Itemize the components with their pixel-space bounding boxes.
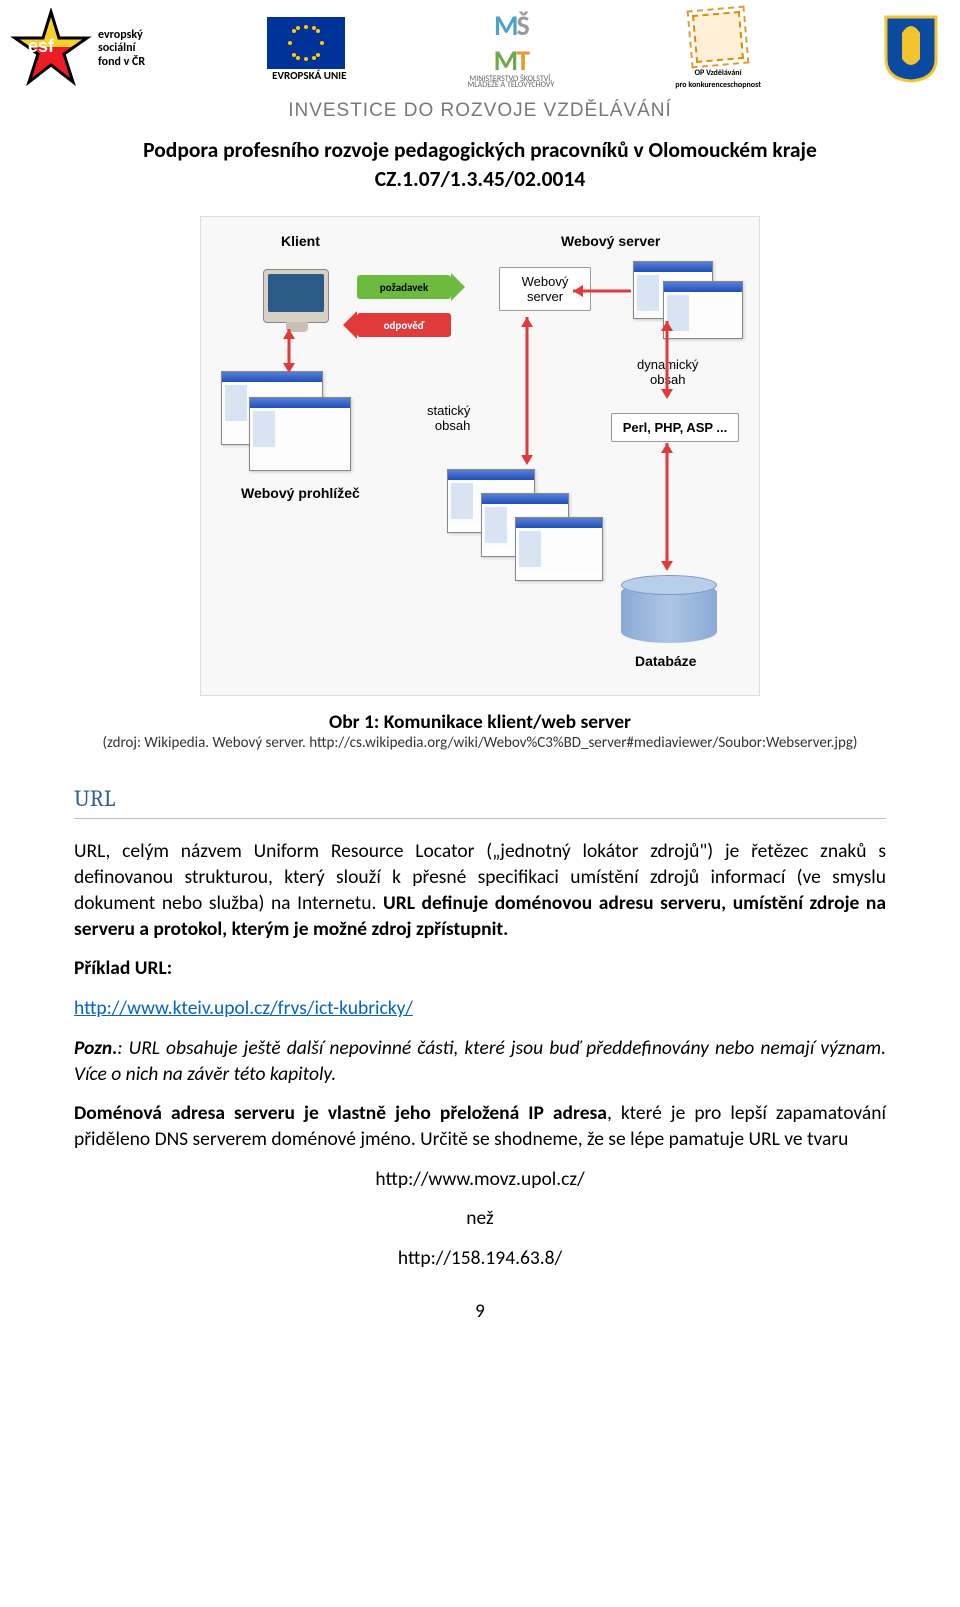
arrow-down-icon (661, 443, 673, 573)
monitor-icon (263, 269, 329, 323)
arrow-odpoved: odpověď (357, 313, 451, 337)
eu-logo: EVROPSKÁ UNIE (266, 17, 346, 82)
caption-source: (zdroj: Wikipedia. Webový server. http:/… (0, 734, 960, 752)
browser-window-icon (249, 397, 351, 471)
opvk-line2: pro konkurenceschopnost (675, 80, 761, 90)
note-body: : URL obsahuje ještě další nepovinné čás… (74, 1036, 886, 1086)
database-icon (621, 581, 717, 643)
p5-a: Doménová adresa serveru je vlastně jeho … (74, 1101, 607, 1125)
document-page: esf evropský sociální fond v ČR (0, 0, 960, 1353)
centered-url2: http://158.194.63.8/ (74, 1246, 886, 1272)
eu-stars-icon (267, 17, 345, 69)
figure-caption: Obr 1: Komunikace klient/web server (zdr… (0, 710, 960, 752)
label-webovy-prohlizec: Webový prohlížeč (241, 485, 360, 501)
eu-flag-icon (267, 17, 345, 69)
caption-text: Komunikace klient/web server (384, 710, 631, 734)
paragraph-example-label: Příklad URL: (74, 956, 886, 982)
header-logo-row: esf evropský sociální fond v ČR (0, 0, 960, 94)
box-perl-php-asp: Perl, PHP, ASP ... (611, 413, 739, 442)
svg-text:esf: esf (28, 36, 55, 56)
caption-prefix: Obr 1: (329, 710, 384, 734)
caption-line1: Obr 1: Komunikace klient/web server (0, 710, 960, 734)
msmt-logo: MŠMT MINISTERSTVO ŠKOLSTVÍ, MLÁDEŽE A TĚ… (467, 8, 554, 90)
arrow-pozadavek-label: požadavek (380, 281, 428, 294)
eu-label: EVROPSKÁ UNIE (272, 69, 346, 82)
paragraph-domain-address: Doménová adresa serveru je vlastně jeho … (74, 1101, 886, 1152)
heading-url: URL (74, 784, 886, 814)
label-databaze: Databáze (635, 653, 696, 669)
paragraph-note: Pozn.: URL obsahuje ještě další nepovinn… (74, 1036, 886, 1087)
msmt-line2: MLÁDEŽE A TĚLOVÝCHOVY (467, 80, 554, 90)
server-window-icon (663, 281, 743, 339)
page-number: 9 (0, 1300, 960, 1323)
project-title: Podpora profesního rozvoje pedagogických… (70, 136, 890, 194)
divider (74, 818, 886, 819)
esf-logo: esf evropský sociální fond v ČR (10, 8, 145, 90)
msmt-letters-icon: MŠMT (494, 8, 528, 78)
diagram-label-klient: Klient (281, 233, 320, 249)
centered-url1: http://www.movz.upol.cz/ (74, 1167, 886, 1193)
example-url-link[interactable]: http://www.kteiv.upol.cz/frvs/ict-kubric… (74, 996, 413, 1020)
shield-logo (882, 15, 940, 83)
note-prefix: Pozn. (74, 1036, 117, 1060)
arrow-odpoved-label: odpověď (384, 319, 425, 332)
esf-label: evropský sociální fond v ČR (98, 29, 145, 69)
opvk-line1: OP Vzdělávání (695, 68, 742, 78)
file-window-icon (515, 517, 603, 581)
paragraph-example-link: http://www.kteiv.upol.cz/frvs/ict-kubric… (74, 996, 886, 1022)
opvk-square-icon (687, 6, 750, 69)
project-title-l2: CZ.1.07/1.3.45/02.0014 (70, 165, 890, 194)
label-staticky-obsah: statický obsah (427, 403, 470, 433)
diagram-label-webovy-server: Webový server (561, 233, 660, 249)
arrow-pozadavek: požadavek (357, 275, 451, 299)
shield-icon (882, 15, 940, 83)
opvk-logo: OP Vzdělávání pro konkurenceschopnost (675, 8, 761, 90)
investice-heading: INVESTICE DO ROZVOJE VZDĚLÁVÁNÍ (0, 100, 960, 122)
content-area: URL URL, celým názvem Uniform Resource L… (0, 754, 960, 1272)
arrow-down-icon (661, 321, 673, 401)
esf-line2: sociální (98, 42, 145, 55)
project-title-l1: Podpora profesního rozvoje pedagogických… (70, 136, 890, 165)
arrow-down-icon (283, 329, 295, 375)
client-server-diagram: Klient Webový server požadavek odpověď W… (200, 216, 760, 696)
box-webovy-server-text: Webový server (522, 274, 569, 304)
esf-star-icon: esf (10, 8, 92, 90)
centered-nez: než (74, 1206, 886, 1232)
arrow-connector-icon (573, 271, 643, 351)
arrow-down-icon (521, 317, 533, 467)
esf-line3: fond v ČR (98, 56, 145, 69)
paragraph-url-definition: URL, celým názvem Uniform Resource Locat… (74, 839, 886, 942)
